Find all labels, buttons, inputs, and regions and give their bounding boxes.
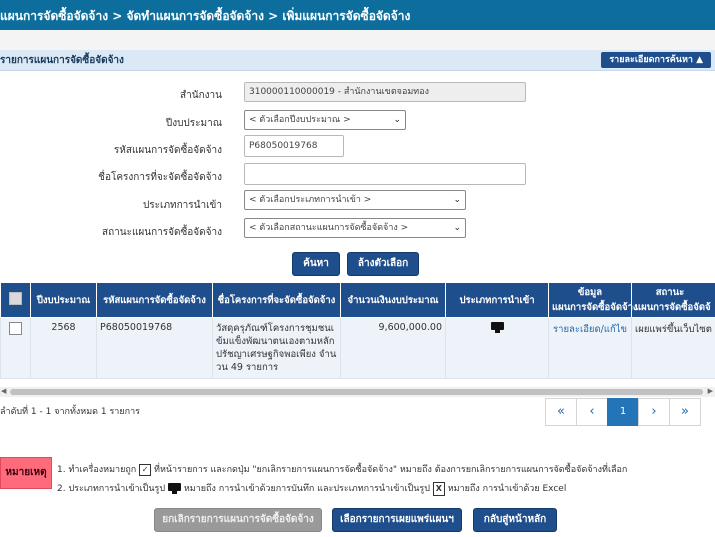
note-1-text-a: 1. ทำเครื่องหมายถูก (57, 465, 137, 475)
row-status: เผยแพร่ขึ้นเว็บไซต (631, 317, 715, 379)
pager-next-button[interactable]: › (638, 398, 670, 426)
header-plan-code[interactable]: รหัสแผนการจัดซื้อจัดจ้าง (96, 282, 213, 318)
header-plan-info[interactable]: ข้อมูลแผนการจัดซื้อจัดจ้าง (548, 282, 638, 318)
row-plan-code: P68050019768 (96, 317, 213, 379)
header-import-type[interactable]: ประเภทการนำเข้า (445, 282, 549, 318)
horizontal-scrollbar[interactable]: ◀ ▶ (0, 387, 715, 397)
header-status[interactable]: สถานะแผนการจัดซื้อจัดจ้ (631, 282, 715, 318)
record-count-text: ลำดับที่ 1 - 1 จากทั้งหมด 1 รายการ (0, 407, 140, 417)
plan-status-select[interactable]: < ตัวเลือกสถานะแผนการจัดซื้อจัดจ้าง > ⌄ (244, 218, 466, 238)
budget-year-select[interactable]: < ตัวเลือกปีงบประมาณ > ⌄ (244, 110, 406, 130)
plan-status-label: สถานะแผนการจัดซื้อจัดจ้าง (101, 227, 222, 238)
header-budget-amount[interactable]: จำนวนเงินงบประมาณ (340, 282, 446, 318)
table-row[interactable]: 2568 P68050019768 วัสดุครุภัณฑ์โครงการชุ… (0, 317, 715, 379)
row-checkbox[interactable] (9, 322, 22, 335)
monitor-icon (167, 483, 181, 494)
cancel-plan-button[interactable]: ยกเลิกรายการแผนการจัดซื้อจัดจ้าง (154, 508, 322, 532)
note-2-text-b: หมายถึง การนำเข้าด้วยการบันทึก และประเภท… (183, 484, 430, 494)
publish-plan-button[interactable]: เลือกรายการเผยแพร่แผนฯ (332, 508, 462, 532)
row-project-name: วัสดุครุภัณฑ์โครงการชุมชนเข้มแข็งพัฒนาตน… (212, 317, 341, 379)
select-all-checkbox[interactable] (9, 292, 22, 305)
note-line-1: 1. ทำเครื่องหมายถูก ✓ ที่หน้ารายการ และก… (57, 462, 627, 476)
back-home-button[interactable]: กลับสู่หน้าหลัก (473, 508, 557, 532)
budget-year-value: < ตัวเลือกปีงบประมาณ > (249, 115, 351, 125)
header-status-line2: แผนการจัดซื้อจัดจ้ (635, 302, 711, 313)
row-import-type (445, 317, 549, 379)
scrollbar-thumb[interactable] (10, 389, 703, 395)
panel-header: รายการแผนการจัดซื้อจัดจ้าง รายละเอียดการ… (0, 50, 715, 71)
header-plan-info-line2: แผนการจัดซื้อจัดจ้าง (552, 302, 638, 313)
row-select-cell[interactable] (0, 317, 31, 379)
scroll-right-arrow-icon[interactable]: ▶ (708, 387, 713, 395)
detail-edit-link[interactable]: รายละเอียด/แก้ไข (553, 324, 627, 335)
note-2-text-a: 2. ประเภทการนำเข้าเป็นรูป (57, 484, 166, 494)
plan-code-label: รหัสแผนการจัดซื้อจัดจ้าง (113, 145, 222, 156)
import-type-select[interactable]: < ตัวเลือกประเภทการนำเข้า > ⌄ (244, 190, 466, 210)
import-type-value: < ตัวเลือกประเภทการนำเข้า > (249, 195, 372, 205)
header-plan-info-line1: ข้อมูล (577, 287, 603, 298)
pagination: « ‹ 1 › » (545, 398, 701, 426)
plan-code-input[interactable]: P68050019768 (244, 135, 344, 157)
monitor-icon (490, 322, 504, 333)
pager-first-button[interactable]: « (545, 398, 577, 426)
project-name-input[interactable] (244, 163, 526, 185)
pager-prev-button[interactable]: ‹ (576, 398, 608, 426)
header-status-line1: สถานะ (655, 287, 685, 298)
checkbox-checked-icon: ✓ (139, 463, 152, 476)
results-table-container: ปีงบประมาณ รหัสแผนการจัดซื้อจัดจ้าง ชื่อ… (0, 282, 715, 392)
table-header-row: ปีงบประมาณ รหัสแผนการจัดซื้อจัดจ้าง ชื่อ… (0, 282, 715, 318)
pager-page-1[interactable]: 1 (607, 398, 639, 426)
header-project-name[interactable]: ชื่อโครงการที่จะจัดซื้อจัดจ้าง (212, 282, 341, 318)
plan-status-value: < ตัวเลือกสถานะแผนการจัดซื้อจัดจ้าง > (249, 223, 409, 233)
chevron-down-icon: ⌄ (453, 195, 461, 205)
note-2-text-c: หมายถึง การนำเข้าด้วย Excel (447, 484, 567, 494)
chevron-down-icon: ⌄ (393, 115, 401, 125)
agency-field: 310000110000019 - สำนักงานเขตจอมทอง (244, 82, 526, 102)
breadcrumb: แผนการจัดซื้อจัดจ้าง > จัดทำแผนการจัดซื้… (0, 9, 411, 23)
note-1-text-b: ที่หน้ารายการ และกดปุ่ม "ยกเลิกรายการแผน… (154, 465, 628, 475)
note-line-2: 2. ประเภทการนำเข้าเป็นรูป หมายถึง การนำเ… (57, 481, 566, 496)
agency-label: สำนักงาน (180, 90, 222, 101)
search-detail-toggle-button[interactable]: รายละเอียดการค้นหา ▲ (601, 52, 711, 68)
breadcrumb-bar: แผนการจัดซื้อจัดจ้าง > จัดทำแผนการจัดซื้… (0, 0, 715, 30)
budget-year-label: ปีงบประมาณ (165, 118, 222, 129)
scroll-left-arrow-icon[interactable]: ◀ (1, 387, 6, 395)
header-select-all[interactable] (0, 282, 31, 318)
import-type-label: ประเภทการนำเข้า (142, 200, 222, 211)
header-budget-year[interactable]: ปีงบประมาณ (30, 282, 97, 318)
row-detail-cell: รายละเอียด/แก้ไข (548, 317, 632, 379)
pager-last-button[interactable]: » (669, 398, 701, 426)
row-budget-year: 2568 (30, 317, 97, 379)
row-budget-amount: 9,600,000.00 (340, 317, 446, 379)
project-name-label: ชื่อโครงการที่จะจัดซื้อจัดจ้าง (98, 172, 222, 183)
results-table: ปีงบประมาณ รหัสแผนการจัดซื้อจัดจ้าง ชื่อ… (0, 282, 715, 379)
note-badge: หมายเหตุ (0, 457, 52, 489)
spacer (0, 30, 715, 50)
panel-title: รายการแผนการจัดซื้อจัดจ้าง (0, 55, 124, 66)
chevron-down-icon: ⌄ (453, 223, 461, 233)
excel-icon: X (432, 481, 445, 496)
search-button[interactable]: ค้นหา (292, 252, 340, 276)
clear-button[interactable]: ล้างตัวเลือก (347, 252, 419, 276)
